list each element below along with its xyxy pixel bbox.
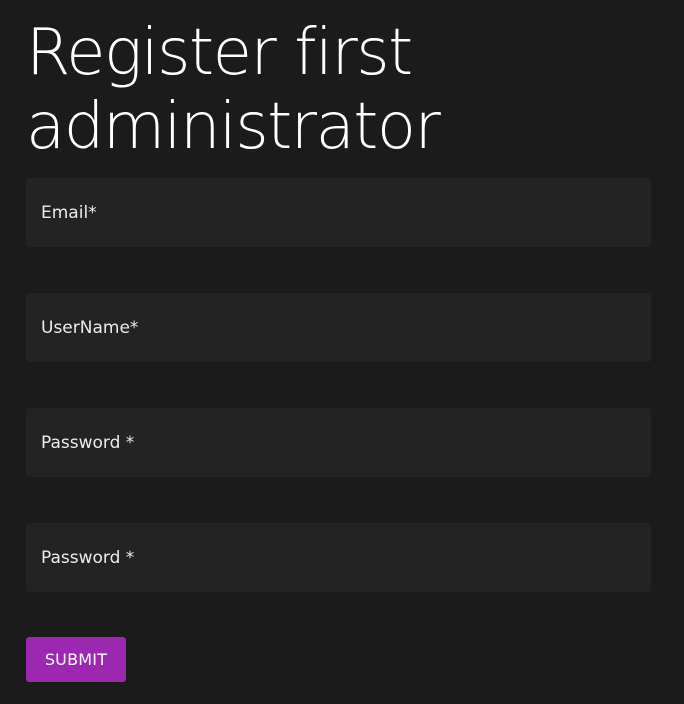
page-title: Register first administrator (26, 0, 651, 164)
password-field-container (26, 408, 651, 477)
submit-button[interactable]: SUBMIT (26, 637, 126, 682)
username-field[interactable] (26, 293, 651, 362)
email-field[interactable] (26, 178, 651, 247)
page-title-line-1: Register first (26, 16, 413, 90)
register-page: Register first administrator SUBMIT (26, 0, 651, 682)
email-field-container (26, 178, 651, 247)
username-field-container (26, 293, 651, 362)
confirm-password-field[interactable] (26, 523, 651, 592)
password-field[interactable] (26, 408, 651, 477)
confirm-password-field-container (26, 523, 651, 592)
register-form (26, 178, 651, 592)
page-title-line-2: administrator (26, 90, 441, 164)
